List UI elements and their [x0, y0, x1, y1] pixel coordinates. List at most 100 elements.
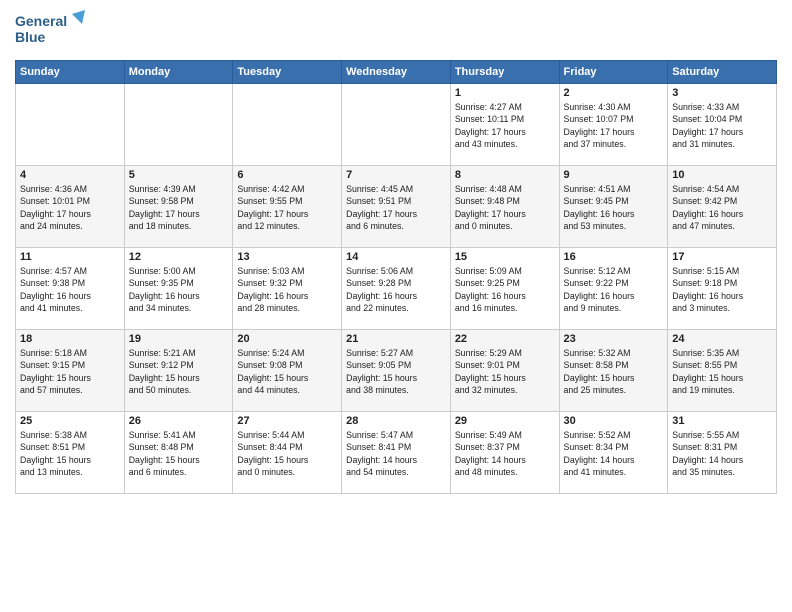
- day-number: 16: [564, 251, 664, 263]
- svg-text:General: General: [15, 13, 67, 29]
- day-info: Sunrise: 5:27 AM Sunset: 9:05 PM Dayligh…: [346, 347, 446, 396]
- calendar-cell: 6 Sunrise: 4:42 AM Sunset: 9:55 PM Daylig…: [233, 166, 342, 248]
- calendar-cell: 3Sunrise: 4:33 AM Sunset: 10:04 PM Dayli…: [668, 84, 777, 166]
- day-info: Sunrise: 4:54 AM Sunset: 9:42 PM Dayligh…: [672, 183, 772, 232]
- day-info: Sunrise: 5:03 AM Sunset: 9:32 PM Dayligh…: [237, 265, 337, 314]
- calendar-cell: 26 Sunrise: 5:41 AM Sunset: 8:48 PM Dayli…: [124, 412, 233, 494]
- calendar-week-row: 4 Sunrise: 4:36 AM Sunset: 10:01 PM Dayli…: [16, 166, 777, 248]
- day-number: 25: [20, 415, 120, 427]
- day-info: Sunrise: 4:36 AM Sunset: 10:01 PM Daylig…: [20, 183, 120, 232]
- day-number: 17: [672, 251, 772, 263]
- calendar-cell: [342, 84, 451, 166]
- day-info: Sunrise: 4:30 AM Sunset: 10:07 PM Daylig…: [564, 101, 664, 150]
- day-number: 15: [455, 251, 555, 263]
- day-info: Sunrise: 5:12 AM Sunset: 9:22 PM Dayligh…: [564, 265, 664, 314]
- day-number: 20: [237, 333, 337, 345]
- day-info: Sunrise: 4:42 AM Sunset: 9:55 PM Dayligh…: [237, 183, 337, 232]
- page-header: General Blue: [15, 10, 777, 52]
- day-info: Sunrise: 5:52 AM Sunset: 8:34 PM Dayligh…: [564, 429, 664, 478]
- day-number: 1: [455, 87, 555, 99]
- day-info: Sunrise: 5:55 AM Sunset: 8:31 PM Dayligh…: [672, 429, 772, 478]
- day-number: 23: [564, 333, 664, 345]
- day-info: Sunrise: 5:38 AM Sunset: 8:51 PM Dayligh…: [20, 429, 120, 478]
- day-number: 6: [237, 169, 337, 181]
- day-number: 29: [455, 415, 555, 427]
- calendar-cell: 16 Sunrise: 5:12 AM Sunset: 9:22 PM Dayli…: [559, 248, 668, 330]
- calendar-cell: 2 Sunrise: 4:30 AM Sunset: 10:07 PM Dayli…: [559, 84, 668, 166]
- calendar-header-wednesday: Wednesday: [342, 61, 451, 84]
- calendar-cell: 27Sunrise: 5:44 AM Sunset: 8:44 PM Dayli…: [233, 412, 342, 494]
- day-number: 21: [346, 333, 446, 345]
- calendar-cell: 14 Sunrise: 5:06 AM Sunset: 9:28 PM Dayli…: [342, 248, 451, 330]
- calendar-cell: 19Sunrise: 5:21 AM Sunset: 9:12 PM Dayli…: [124, 330, 233, 412]
- day-number: 7: [346, 169, 446, 181]
- calendar-cell: 29 Sunrise: 5:49 AM Sunset: 8:37 PM Dayli…: [450, 412, 559, 494]
- day-number: 26: [129, 415, 229, 427]
- day-number: 2: [564, 87, 664, 99]
- calendar-cell: 15Sunrise: 5:09 AM Sunset: 9:25 PM Dayli…: [450, 248, 559, 330]
- calendar-week-row: 25 Sunrise: 5:38 AM Sunset: 8:51 PM Dayli…: [16, 412, 777, 494]
- day-number: 10: [672, 169, 772, 181]
- calendar-cell: [124, 84, 233, 166]
- day-info: Sunrise: 5:47 AM Sunset: 8:41 PM Dayligh…: [346, 429, 446, 478]
- calendar-week-row: 18Sunrise: 5:18 AM Sunset: 9:15 PM Dayli…: [16, 330, 777, 412]
- day-number: 5: [129, 169, 229, 181]
- calendar-header-tuesday: Tuesday: [233, 61, 342, 84]
- page-container: General Blue SundayMondayTuesdayWednesda…: [0, 0, 792, 499]
- calendar-header-saturday: Saturday: [668, 61, 777, 84]
- calendar-cell: 17Sunrise: 5:15 AM Sunset: 9:18 PM Dayli…: [668, 248, 777, 330]
- calendar-cell: [233, 84, 342, 166]
- calendar-cell: 21 Sunrise: 5:27 AM Sunset: 9:05 PM Dayli…: [342, 330, 451, 412]
- day-info: Sunrise: 5:41 AM Sunset: 8:48 PM Dayligh…: [129, 429, 229, 478]
- calendar-cell: 30 Sunrise: 5:52 AM Sunset: 8:34 PM Dayli…: [559, 412, 668, 494]
- logo-svg: General Blue: [15, 10, 85, 52]
- day-number: 14: [346, 251, 446, 263]
- day-number: 28: [346, 415, 446, 427]
- calendar-header-thursday: Thursday: [450, 61, 559, 84]
- calendar-cell: 10 Sunrise: 4:54 AM Sunset: 9:42 PM Dayli…: [668, 166, 777, 248]
- calendar-cell: 24Sunrise: 5:35 AM Sunset: 8:55 PM Dayli…: [668, 330, 777, 412]
- day-info: Sunrise: 5:24 AM Sunset: 9:08 PM Dayligh…: [237, 347, 337, 396]
- day-info: Sunrise: 5:00 AM Sunset: 9:35 PM Dayligh…: [129, 265, 229, 314]
- calendar-header-friday: Friday: [559, 61, 668, 84]
- day-info: Sunrise: 4:57 AM Sunset: 9:38 PM Dayligh…: [20, 265, 120, 314]
- calendar-cell: 22Sunrise: 5:29 AM Sunset: 9:01 PM Dayli…: [450, 330, 559, 412]
- day-info: Sunrise: 5:35 AM Sunset: 8:55 PM Dayligh…: [672, 347, 772, 396]
- day-number: 8: [455, 169, 555, 181]
- calendar-cell: 1 Sunrise: 4:27 AM Sunset: 10:11 PM Dayli…: [450, 84, 559, 166]
- calendar-cell: 8 Sunrise: 4:48 AM Sunset: 9:48 PM Daylig…: [450, 166, 559, 248]
- day-number: 4: [20, 169, 120, 181]
- calendar-cell: 13 Sunrise: 5:03 AM Sunset: 9:32 PM Dayli…: [233, 248, 342, 330]
- calendar-cell: 12 Sunrise: 5:00 AM Sunset: 9:35 PM Dayli…: [124, 248, 233, 330]
- day-info: Sunrise: 4:51 AM Sunset: 9:45 PM Dayligh…: [564, 183, 664, 232]
- day-info: Sunrise: 4:33 AM Sunset: 10:04 PM Daylig…: [672, 101, 772, 150]
- calendar-table: SundayMondayTuesdayWednesdayThursdayFrid…: [15, 60, 777, 494]
- day-number: 30: [564, 415, 664, 427]
- day-number: 11: [20, 251, 120, 263]
- day-info: Sunrise: 5:32 AM Sunset: 8:58 PM Dayligh…: [564, 347, 664, 396]
- day-number: 9: [564, 169, 664, 181]
- day-number: 13: [237, 251, 337, 263]
- calendar-header-sunday: Sunday: [16, 61, 125, 84]
- calendar-week-row: 11 Sunrise: 4:57 AM Sunset: 9:38 PM Dayli…: [16, 248, 777, 330]
- calendar-cell: 11 Sunrise: 4:57 AM Sunset: 9:38 PM Dayli…: [16, 248, 125, 330]
- day-number: 12: [129, 251, 229, 263]
- calendar-cell: 4 Sunrise: 4:36 AM Sunset: 10:01 PM Dayli…: [16, 166, 125, 248]
- day-info: Sunrise: 5:21 AM Sunset: 9:12 PM Dayligh…: [129, 347, 229, 396]
- day-info: Sunrise: 5:06 AM Sunset: 9:28 PM Dayligh…: [346, 265, 446, 314]
- calendar-cell: 23 Sunrise: 5:32 AM Sunset: 8:58 PM Dayli…: [559, 330, 668, 412]
- calendar-header-monday: Monday: [124, 61, 233, 84]
- day-info: Sunrise: 4:27 AM Sunset: 10:11 PM Daylig…: [455, 101, 555, 150]
- day-info: Sunrise: 4:48 AM Sunset: 9:48 PM Dayligh…: [455, 183, 555, 232]
- day-info: Sunrise: 4:39 AM Sunset: 9:58 PM Dayligh…: [129, 183, 229, 232]
- calendar-cell: [16, 84, 125, 166]
- day-info: Sunrise: 4:45 AM Sunset: 9:51 PM Dayligh…: [346, 183, 446, 232]
- calendar-cell: 5 Sunrise: 4:39 AM Sunset: 9:58 PM Daylig…: [124, 166, 233, 248]
- day-info: Sunrise: 5:49 AM Sunset: 8:37 PM Dayligh…: [455, 429, 555, 478]
- calendar-cell: 18Sunrise: 5:18 AM Sunset: 9:15 PM Dayli…: [16, 330, 125, 412]
- day-info: Sunrise: 5:29 AM Sunset: 9:01 PM Dayligh…: [455, 347, 555, 396]
- logo: General Blue: [15, 10, 85, 52]
- calendar-week-row: 1 Sunrise: 4:27 AM Sunset: 10:11 PM Dayli…: [16, 84, 777, 166]
- svg-text:Blue: Blue: [15, 29, 46, 45]
- calendar-header-row: SundayMondayTuesdayWednesdayThursdayFrid…: [16, 61, 777, 84]
